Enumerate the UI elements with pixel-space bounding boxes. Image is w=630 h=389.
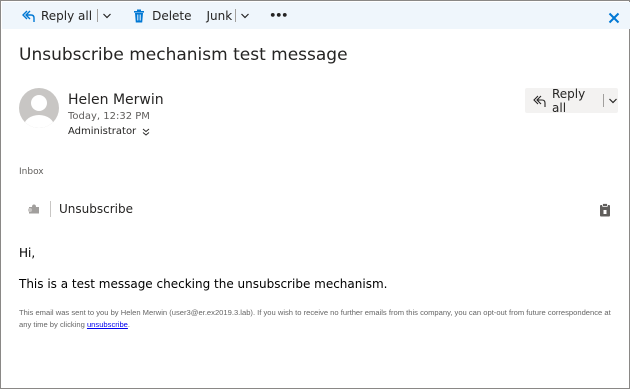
body-text: This is a test message checking the unsu… (19, 277, 388, 291)
reply-all-label: Reply all (552, 86, 586, 115)
unsubscribe-button[interactable]: Unsubscribe (59, 202, 133, 216)
person-icon (24, 95, 54, 128)
sender-name[interactable]: Helen Merwin (68, 92, 164, 108)
close-icon[interactable] (608, 9, 620, 24)
reading-pane: Reply all Delete Junk ••• Unsubscribe me… (0, 0, 630, 389)
chevron-down-icon[interactable] (608, 96, 618, 106)
reply-all-header-button[interactable]: Reply all (525, 86, 618, 115)
junk-button[interactable]: Junk (207, 2, 251, 29)
delete-button[interactable]: Delete (132, 2, 192, 29)
avatar[interactable] (19, 88, 59, 128)
reply-all-label: Reply all (41, 8, 93, 23)
footer-period: . (127, 319, 131, 329)
unsubscribe-link[interactable]: unsubscribe (87, 320, 128, 329)
more-actions-button[interactable]: ••• (269, 2, 288, 29)
divider (603, 94, 604, 107)
message-date: Today, 12:32 PM (68, 111, 150, 122)
junk-label: Junk (206, 8, 233, 23)
expand-recipients-icon[interactable] (142, 128, 150, 136)
trash-icon (132, 9, 146, 23)
reply-all-button[interactable]: Reply all (21, 2, 112, 29)
unsubscribe-bar: Unsubscribe (19, 197, 613, 221)
recipient-name: Administrator (68, 126, 137, 137)
folder-label: Inbox (19, 167, 44, 177)
more-icon: ••• (269, 9, 288, 22)
reply-all-icon (21, 9, 35, 23)
chevron-down-icon[interactable] (102, 11, 112, 21)
divider (50, 201, 51, 217)
footer-text: This email was sent to you by Helen Merw… (19, 307, 619, 330)
reply-all-icon (532, 94, 546, 108)
clipboard-icon[interactable] (599, 202, 611, 217)
puzzle-icon (27, 203, 41, 215)
divider (97, 9, 99, 22)
message-subject: Unsubscribe mechanism test message (19, 45, 348, 65)
greeting-text: Hi, (19, 246, 36, 260)
chevron-down-icon[interactable] (240, 11, 250, 21)
delete-label: Delete (152, 8, 192, 23)
divider (235, 9, 237, 22)
recipient-line[interactable]: Administrator (68, 126, 150, 137)
message-toolbar: Reply all Delete Junk ••• (2, 2, 630, 29)
